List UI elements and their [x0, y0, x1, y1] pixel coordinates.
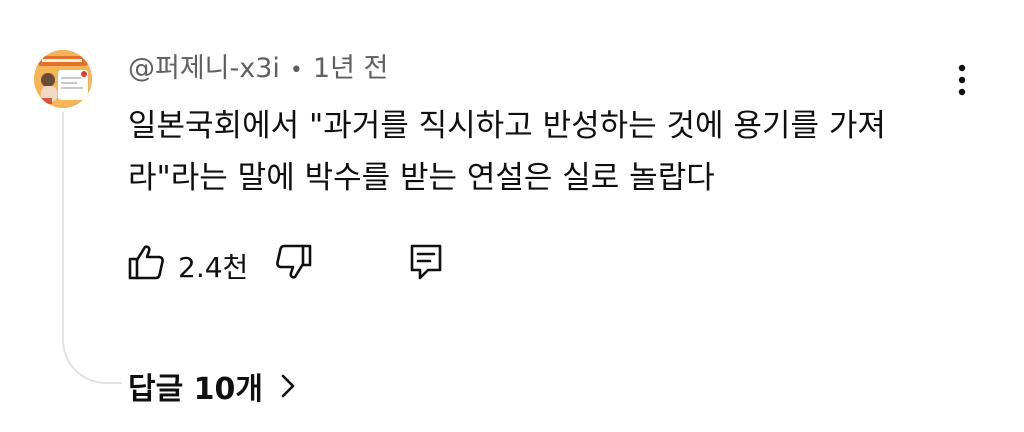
thumbs-down-icon [274, 242, 314, 282]
more-vertical-icon[interactable] [946, 60, 978, 100]
replies-label: 답글 10개 [128, 372, 263, 407]
reply-button[interactable] [408, 242, 444, 282]
chevron-right-icon [279, 373, 297, 399]
comment-meta: @퍼제니-x3i • 1년 전 [128, 52, 388, 88]
thumbs-up-icon [126, 242, 166, 282]
comment-actions: 2.4천 [126, 238, 466, 288]
avatar[interactable] [34, 50, 92, 108]
like-button[interactable] [126, 242, 166, 282]
comment-icon [408, 242, 444, 282]
meta-separator: • [289, 58, 303, 83]
like-count: 2.4천 [178, 251, 249, 284]
dislike-button[interactable] [274, 242, 314, 282]
reply-thread-line [62, 112, 122, 384]
comment-text: 일본국회에서 "과거를 직시하고 반성하는 것에 용기를 가져라"라는 말에 박… [128, 108, 886, 196]
author-name[interactable]: @퍼제니-x3i [128, 53, 280, 84]
view-replies-button[interactable]: 답글 10개 [128, 364, 297, 408]
comment-timestamp[interactable]: 1년 전 [313, 53, 388, 84]
